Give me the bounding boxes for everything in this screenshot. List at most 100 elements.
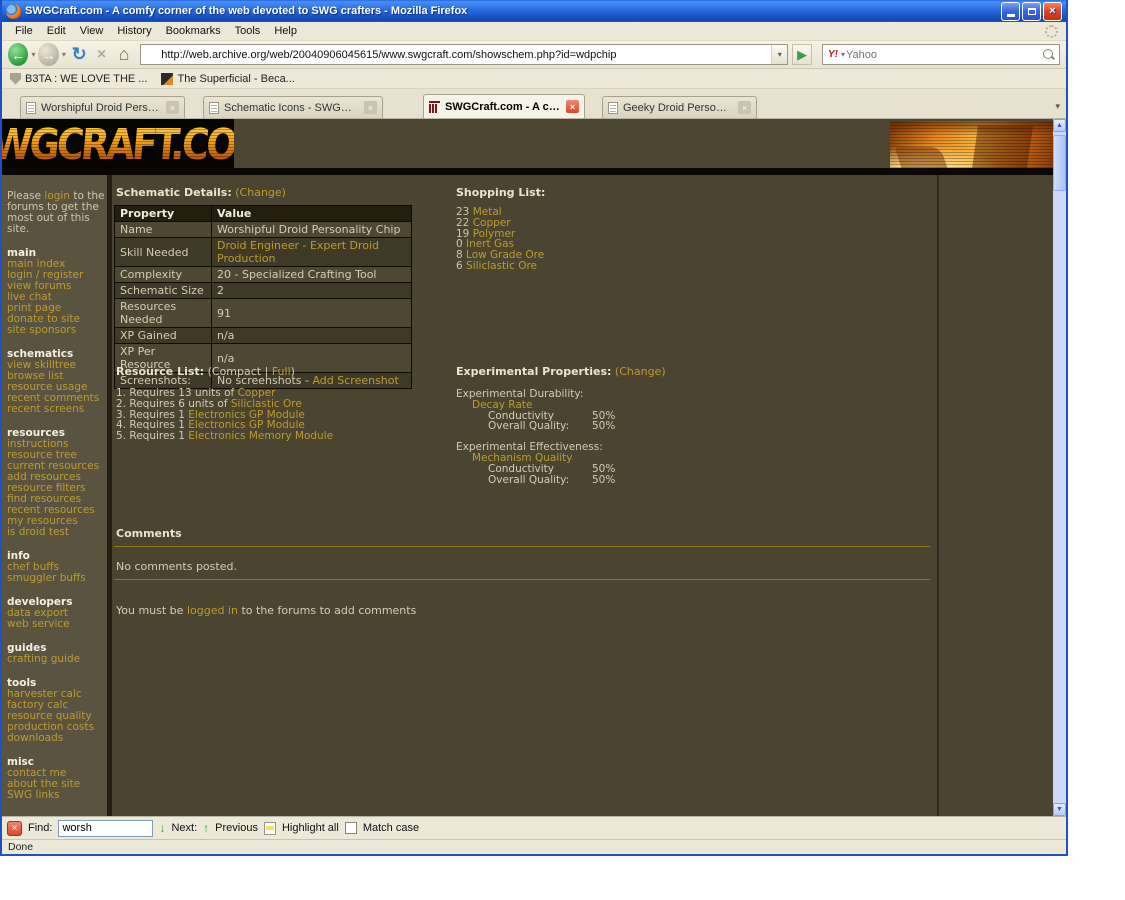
table-row: Skill Needed Droid Engineer - Expert Droi…: [114, 237, 412, 267]
cell-property: XP Gained: [114, 327, 212, 344]
sidebar-link[interactable]: is droid test: [7, 527, 107, 538]
menu-item[interactable]: View: [73, 23, 111, 39]
archive-favicon: [145, 49, 157, 61]
cell-property: Complexity: [114, 266, 212, 283]
comments-footer: You must be logged in to the forums to a…: [116, 604, 416, 617]
throbber-icon: [1045, 24, 1058, 38]
scroll-up-icon[interactable]: ▲: [1053, 119, 1066, 132]
tab-geeky-chip[interactable]: Geeky Droid Personality Chip (Schema... …: [602, 96, 757, 118]
minimize-button[interactable]: [1001, 1, 1020, 21]
forward-dropdown[interactable]: ▾: [61, 50, 67, 59]
menu-item[interactable]: History: [110, 23, 158, 39]
sidebar-link[interactable]: crafting guide: [7, 654, 107, 665]
find-next-button[interactable]: Next:: [171, 822, 197, 834]
url-bar[interactable]: ▾: [140, 44, 789, 65]
tab-worshipful-chip[interactable]: Worshipful Droid Personality Chip (Sc...…: [20, 96, 185, 118]
change-schematic-link[interactable]: (Change): [235, 186, 286, 199]
scrollbar-track[interactable]: [1053, 191, 1066, 803]
schematic-details-heading: Schematic Details: (Change): [116, 186, 286, 199]
table-header-row: Property Value: [114, 205, 412, 222]
stat-value: 50%: [592, 473, 616, 486]
find-input[interactable]: [58, 819, 154, 837]
sidebar-section-misc: misc contact me about the site SWG links: [7, 757, 107, 801]
menu-item[interactable]: Tools: [228, 23, 268, 39]
heading-text: Experimental Properties:: [456, 365, 612, 378]
scroll-down-icon[interactable]: ▼: [1053, 803, 1066, 816]
vertical-scrollbar[interactable]: ▲ ▼: [1053, 119, 1066, 816]
tab-label: Worshipful Droid Personality Chip (Sc...: [41, 101, 161, 114]
sidebar-section-guides: guides crafting guide: [7, 643, 107, 665]
home-button[interactable]: ⌂: [114, 43, 134, 66]
cell-value: 2: [211, 282, 412, 299]
match-case-checkbox[interactable]: [344, 822, 357, 834]
page-icon: [26, 101, 36, 114]
swgcraft-logo[interactable]: SWGCRAFT.COM: [2, 119, 234, 169]
bookmark-item[interactable]: The Superficial - Beca...: [161, 72, 295, 85]
table-row: Resources Needed 91: [114, 298, 412, 328]
highlight-all-button[interactable]: Highlight all: [282, 822, 339, 834]
menu-item[interactable]: Bookmarks: [159, 23, 228, 39]
back-dropdown[interactable]: ▾: [30, 50, 36, 59]
find-previous-button[interactable]: Previous: [215, 822, 258, 834]
menu-item[interactable]: File: [8, 23, 40, 39]
go-button[interactable]: ▶: [792, 44, 812, 65]
search-icon[interactable]: [1042, 48, 1056, 62]
attribute-link[interactable]: Decay Rate: [472, 399, 532, 411]
stop-button[interactable]: ×: [91, 43, 111, 66]
back-button[interactable]: ←: [8, 43, 29, 66]
status-bar: Done: [2, 839, 1066, 854]
tab-close-icon[interactable]: ×: [738, 101, 751, 114]
tab-close-icon[interactable]: ×: [566, 100, 579, 113]
search-bar[interactable]: Y! ▾: [821, 44, 1060, 65]
nav-toolbar: ← ▾ → ▾ ↻ × ⌂ ▾ ▶ Y! ▾: [2, 41, 1066, 69]
tab-list-dropdown[interactable]: ▾: [1055, 101, 1060, 112]
sidebar-link[interactable]: SWG links: [7, 790, 107, 801]
reload-button[interactable]: ↻: [69, 43, 89, 66]
bookmark-item[interactable]: B3TA : WE LOVE THE ...: [10, 72, 147, 85]
menu-item[interactable]: Edit: [40, 23, 73, 39]
sidebar-link[interactable]: recent screens: [7, 404, 107, 415]
close-button[interactable]: ×: [1043, 1, 1062, 21]
experimental-group: Experimental Durability: Decay Rate Cond…: [456, 389, 716, 432]
sidebar-section-resources: resources instructions resource tree curre…: [7, 428, 107, 538]
match-case-label[interactable]: Match case: [363, 822, 419, 834]
sidebar-link[interactable]: smuggler buffs: [7, 573, 107, 584]
tab-close-icon[interactable]: ×: [166, 101, 179, 114]
close-icon: ×: [1049, 5, 1056, 17]
view-compact-label: Compact: [211, 365, 262, 378]
url-dropdown[interactable]: ▾: [771, 45, 788, 64]
table-row: Name Worshipful Droid Personality Chip: [114, 221, 412, 238]
resource-link[interactable]: Electronics Memory Module: [188, 430, 333, 442]
sidebar-link[interactable]: site sponsors: [7, 325, 107, 336]
shopping-resource-link[interactable]: Siliclastic Ore: [466, 260, 537, 272]
menu-item[interactable]: Help: [267, 23, 304, 39]
title-bar[interactable]: SWGCraft.com - A comfy corner of the web…: [2, 0, 1066, 22]
resource-list: 1. Requires 13 units of Copper 2. Requir…: [116, 388, 333, 442]
tab-swgcraft-active[interactable]: SWGCraft.com - A comfy corner ... ×: [423, 94, 585, 118]
comments-divider: [114, 546, 930, 547]
cell-property: Resources Needed: [114, 298, 212, 328]
cell-value: n/a: [211, 327, 412, 344]
tab-close-icon[interactable]: ×: [364, 101, 377, 114]
skill-link[interactable]: Droid Engineer - Expert Droid Production: [217, 239, 379, 265]
sidebar-link[interactable]: downloads: [7, 733, 107, 744]
page-icon: [209, 101, 219, 114]
sidebar-link[interactable]: web service: [7, 619, 107, 630]
view-full-link[interactable]: Full: [272, 365, 291, 378]
bookmarks-bar: B3TA : WE LOVE THE ... The Superficial -…: [2, 69, 1066, 89]
tab-schematic-icons[interactable]: Schematic Icons - SWGANH Wiki ×: [203, 96, 383, 118]
change-experimental-link[interactable]: (Change): [615, 365, 666, 378]
sidebar-section-developers: developers data export web service: [7, 597, 107, 630]
status-text: Done: [8, 841, 34, 853]
scrollbar-thumb[interactable]: [1053, 135, 1066, 191]
url-input[interactable]: [161, 48, 772, 61]
bookmark-label: The Superficial - Beca...: [177, 72, 295, 85]
find-close-icon[interactable]: ×: [7, 820, 22, 836]
forward-button[interactable]: →: [38, 43, 59, 66]
logged-in-link[interactable]: logged in: [187, 604, 238, 617]
search-input[interactable]: [846, 48, 1042, 61]
stat-value: 50%: [592, 462, 616, 475]
reload-icon: ↻: [71, 44, 87, 64]
add-screenshot-link[interactable]: Add Screenshot: [312, 374, 398, 387]
restore-button[interactable]: [1022, 1, 1041, 21]
